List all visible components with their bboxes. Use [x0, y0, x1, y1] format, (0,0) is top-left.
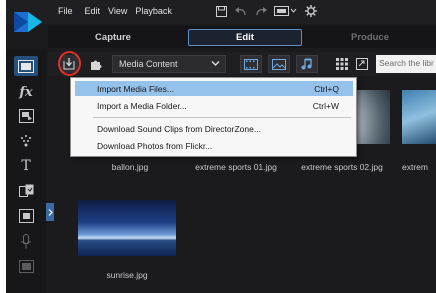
fx-room-icon[interactable]: fx: [16, 83, 36, 101]
media-caption: ballon.jpg: [111, 162, 149, 172]
grid-icon: [336, 58, 348, 70]
menu-item-label: Import Media Files...: [97, 83, 174, 94]
save-icon[interactable]: [214, 4, 228, 18]
menu-file[interactable]: File: [58, 6, 81, 16]
menu-item-label: Download Photos from Flickr...: [97, 140, 213, 151]
menu-item-label: Download Sound Clips from DirectorZone..…: [97, 123, 261, 134]
library-search-input[interactable]: Search the libr: [376, 55, 436, 73]
settings-gear-icon[interactable]: [304, 4, 318, 18]
media-caption: extreme sports 02.jpg: [301, 162, 383, 172]
media-caption: extrem: [402, 162, 428, 172]
app-logo-icon: [14, 12, 42, 32]
media-caption: extreme sports 01.jpg: [195, 162, 277, 172]
menu-item-shortcut: Ctrl+W: [312, 100, 339, 111]
filter-audio-button[interactable]: [296, 55, 318, 73]
filter-image-button[interactable]: [268, 55, 290, 73]
menu-view[interactable]: View: [108, 6, 135, 16]
music-note-icon: [301, 58, 312, 70]
app-window: File Edit View Playback Capture Edit Pro…: [6, 0, 436, 293]
tab-edit[interactable]: Edit: [188, 29, 302, 46]
filter-video-button[interactable]: [240, 55, 262, 73]
image-icon: [272, 58, 286, 70]
menu-download-sound-clips[interactable]: Download Sound Clips from DirectorZone..…: [75, 121, 353, 136]
puzzle-icon: [90, 60, 101, 70]
undo-icon[interactable]: [234, 4, 248, 18]
media-thumbnail-sunrise[interactable]: [78, 200, 176, 256]
mode-tabs: Capture Edit Produce: [48, 26, 436, 48]
menu-item-label: Import a Media Folder...: [97, 100, 187, 111]
audio-mixing-room-icon[interactable]: [16, 232, 36, 250]
menu-import-media-files[interactable]: Import Media Files... Ctrl+Q: [75, 81, 353, 96]
tab-capture[interactable]: Capture: [48, 29, 178, 46]
menu-edit[interactable]: Edit: [85, 6, 109, 16]
expand-icon: [356, 58, 368, 70]
media-content-select[interactable]: Media Content: [112, 55, 226, 73]
pip-room-icon[interactable]: [16, 107, 36, 125]
media-caption: sunrise.jpg: [106, 270, 148, 280]
menu-playback[interactable]: Playback: [135, 6, 180, 16]
media-thumbnail[interactable]: [402, 90, 436, 144]
annotation-circle: [58, 51, 81, 76]
grid-view-button[interactable]: [334, 56, 350, 72]
import-dropdown-menu: Import Media Files... Ctrl+Q Import a Me…: [70, 77, 357, 157]
room-rail: fx T: [6, 50, 46, 293]
menu-import-media-folder[interactable]: Import a Media Folder... Ctrl+W: [75, 98, 353, 113]
menu-items: File Edit View Playback: [58, 6, 180, 16]
expand-panel-button[interactable]: [46, 203, 54, 221]
quick-toolbar: [214, 4, 318, 18]
library-toolbar: Media Content Search the libr: [48, 51, 436, 76]
menu-item-shortcut: Ctrl+Q: [314, 83, 339, 94]
film-icon: [244, 58, 258, 70]
chapter-room-icon[interactable]: [16, 257, 36, 275]
subtitle-room-icon[interactable]: [16, 207, 36, 225]
chevron-right-icon: [48, 208, 53, 216]
redo-icon[interactable]: [254, 4, 268, 18]
tab-produce[interactable]: Produce: [308, 29, 432, 46]
chevron-down-icon: [211, 61, 220, 66]
menu-download-flickr-photos[interactable]: Download Photos from Flickr...: [75, 138, 353, 153]
menu-bar: File Edit View Playback: [6, 0, 436, 32]
transition-room-icon[interactable]: [16, 182, 36, 200]
menu-separator: [93, 117, 351, 118]
title-room-icon[interactable]: T: [16, 157, 36, 175]
library-menu-button[interactable]: [354, 56, 370, 72]
plugin-button[interactable]: [88, 56, 104, 72]
media-room-icon[interactable]: [14, 56, 38, 76]
particle-room-icon[interactable]: [16, 132, 36, 150]
aspect-ratio-dropdown-icon[interactable]: [274, 4, 298, 18]
media-content-label: Media Content: [119, 59, 178, 69]
